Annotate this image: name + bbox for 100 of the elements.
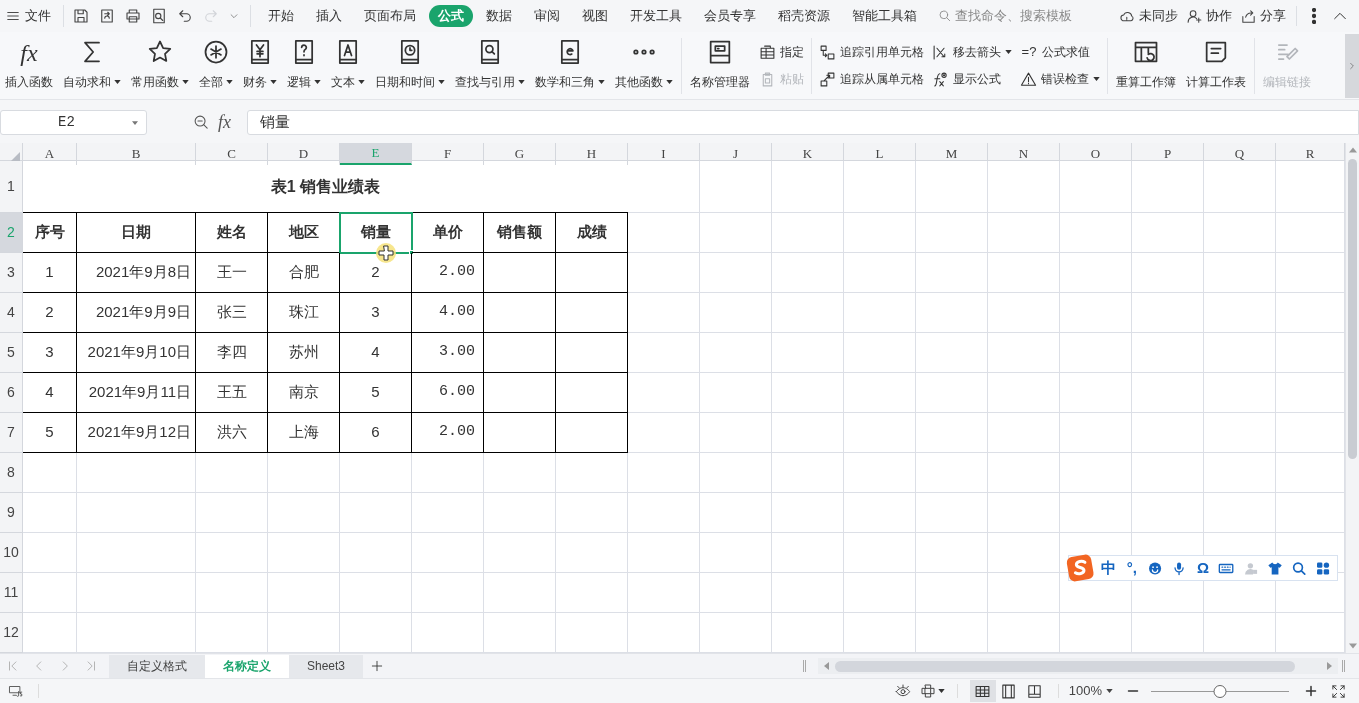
ime-symbol[interactable]: Ω [1193,556,1213,580]
ribbon-tab[interactable]: 页面布局 [355,5,425,27]
row-header[interactable]: 4 [0,293,23,333]
column-header[interactable]: Q [1204,143,1276,165]
column-header[interactable]: F [412,143,484,165]
zoom-dropdown[interactable]: 100% [1068,681,1113,701]
column-header[interactable]: P [1132,143,1204,165]
empty-cell [916,533,988,573]
undo-icon[interactable] [176,7,194,25]
column-header[interactable]: K [772,143,844,165]
user-plus-button[interactable]: 协作 [1186,3,1232,29]
ribbon-tab[interactable]: 开始 [259,5,303,27]
ribbon-tab[interactable]: 视图 [573,5,617,27]
ribbon-button[interactable]: 移去箭头 [932,41,1012,63]
fullscreen-button[interactable] [1329,682,1347,700]
print-preview-icon[interactable] [150,7,168,25]
empty-cell [844,373,916,413]
ribbon-button[interactable]: =? 公式求值 [1020,41,1100,63]
row-header[interactable]: 6 [0,373,23,413]
ribbon-button[interactable]: 其他函数 [611,34,677,97]
ribbon-button[interactable]: 显示公式 [932,68,1012,90]
empty-cell [916,573,988,613]
ribbon-button[interactable]: fx 插入函数 [1,34,57,97]
empty-cell [844,453,916,493]
ribbon-button[interactable]: 计算工作表 [1182,34,1250,97]
vertical-scrollbar[interactable] [1345,143,1359,653]
ribbon-button[interactable]: 追踪引用单元格 [819,41,924,63]
column-header[interactable]: C [196,143,268,165]
ime-symbol[interactable]: °, [1122,556,1142,580]
ribbon-button[interactable]: 全部 [195,34,237,97]
ribbon-tab[interactable]: 审阅 [525,5,569,27]
view-button[interactable] [969,680,996,702]
ribbon-tab[interactable]: 插入 [307,5,351,27]
ribbon-button[interactable]: 名称管理器 [686,34,754,97]
ime-symbol[interactable]: 中 [1099,556,1119,580]
ribbon-button[interactable]: 错误检查 [1020,68,1100,90]
save-icon[interactable] [72,7,90,25]
fill-handle[interactable] [409,250,414,255]
zoom-button[interactable] [192,113,210,132]
formula-eye-icon [932,70,949,88]
table-cell: 2021年9月10日 [77,333,196,373]
row-header[interactable]: 11 [0,573,23,613]
dots-icon [633,48,655,55]
chevron-right-icon [1348,60,1356,71]
apps-icon[interactable] [1314,559,1331,577]
ribbon-button[interactable]: 常用函数 [127,34,193,97]
reading-mode-button[interactable] [919,681,945,701]
column-header[interactable]: G [484,143,556,165]
function-button[interactable]: fx [218,109,238,136]
file-menu[interactable]: 文件 [0,3,59,29]
column-header[interactable]: N [988,143,1060,165]
column-header[interactable]: I [628,143,700,165]
ribbon-button[interactable]: 逻辑 [283,34,325,97]
sheet-tab[interactable]: Sheet3 [289,654,364,678]
row-header[interactable]: 12 [0,613,23,653]
ribbon-button[interactable]: 日期和时间 [371,34,449,97]
zoom-slider-thumb[interactable] [1213,684,1227,698]
ribbon-button[interactable]: 重算工作簿 [1112,34,1180,97]
ribbon-button[interactable]: 财务 [239,34,281,97]
row-header[interactable]: 7 [0,413,23,453]
row-header[interactable]: 1 [0,161,23,213]
column-header[interactable]: L [844,143,916,165]
ribbon-tab[interactable]: 稻壳资源 [769,5,839,27]
export-icon[interactable] [98,7,116,25]
column-header[interactable]: H [556,143,628,165]
share-button[interactable]: 分享 [1240,3,1286,29]
horizontal-scrollbar[interactable] [818,658,1338,674]
zoom-in-button[interactable] [1303,683,1319,699]
ribbon-button[interactable]: 指定 [759,41,804,63]
ribbon-button[interactable]: 数学和三角 [531,34,609,97]
input-method-toolbar[interactable]: 中 °, Ω [1068,555,1338,581]
row-header[interactable]: 3 [0,253,23,293]
formula-field[interactable]: 销量 [247,110,1359,135]
ribbon-tab[interactable]: 智能工具箱 [843,5,926,27]
empty-cell [556,293,628,333]
ribbon-button[interactable]: 自动求和 [59,34,125,97]
column-header[interactable]: O [1060,143,1132,165]
row-header[interactable]: 10 [0,533,23,573]
empty-cell [1060,161,1132,213]
search-field[interactable]: 查找命令、搜索模板 [938,6,1098,26]
ribbon-button[interactable]: 追踪从属单元格 [819,68,924,90]
ribbon-tab[interactable]: 开发工具 [621,5,691,27]
ribbon-tab[interactable]: 会员专享 [695,5,765,27]
empty-cell [988,573,1060,613]
row-header[interactable]: 9 [0,493,23,533]
ribbon-button[interactable]: 文本 [327,34,369,97]
ribbon-tab[interactable]: 数据 [477,5,521,27]
empty-cell [628,493,700,533]
print-icon[interactable] [124,7,142,25]
column-header[interactable]: B [77,143,196,165]
search-icon[interactable] [1290,559,1307,577]
ribbon-button[interactable]: 查找与引用 [451,34,529,97]
sheet-tab[interactable]: 自定义格式 [109,654,205,678]
column-header[interactable]: M [916,143,988,165]
active-cell[interactable]: 销量 [340,213,412,253]
name-box[interactable]: E2 [0,110,147,135]
row-header[interactable]: 8 [0,453,23,493]
cloud-button[interactable]: 未同步 [1119,3,1178,29]
column-header[interactable]: J [700,143,772,165]
row-header[interactable]: 5 [0,333,23,373]
